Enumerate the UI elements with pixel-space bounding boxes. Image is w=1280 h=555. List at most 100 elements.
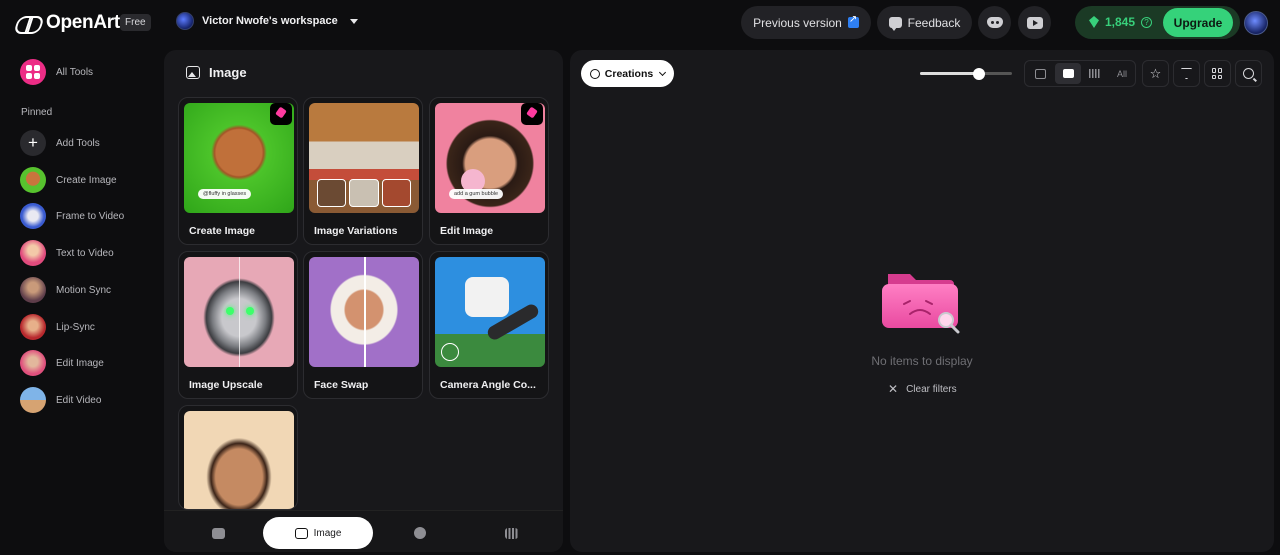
panel-title-text: Image <box>209 65 247 80</box>
sidebar-item-edit-image[interactable]: Edit Image <box>20 350 104 376</box>
tab-video[interactable] <box>204 517 232 549</box>
favorites-button[interactable]: ☆ <box>1142 60 1169 87</box>
feedback-button[interactable]: Feedback <box>877 6 972 39</box>
feedback-label: Feedback <box>907 15 961 30</box>
sidebar-item-label: Frame to Video <box>56 210 125 222</box>
sidebar-item-label: Text to Video <box>56 247 114 259</box>
tool-card-camera-angle[interactable]: Camera Angle Co... <box>429 251 549 399</box>
previous-version-button[interactable]: Previous version <box>741 6 871 39</box>
plus-icon: + <box>20 130 46 156</box>
tool-card-image-variations[interactable]: Image Variations <box>303 97 423 245</box>
creations-canvas: Creations All ☆ No items to display ✕ Cl… <box>570 50 1274 552</box>
edit-video-thumb <box>20 387 46 413</box>
text-to-video-thumb <box>20 240 46 266</box>
sidebar-item-add-tools[interactable]: + Add Tools <box>20 130 100 156</box>
video-icon <box>1062 69 1074 78</box>
credits-count: 1,845 <box>1105 15 1136 29</box>
variation-strip <box>317 179 411 207</box>
filter-audio[interactable] <box>1082 63 1108 84</box>
sidebar: All Tools Pinned + Add Tools Create Imag… <box>0 46 160 555</box>
sidebar-item-all-tools[interactable]: All Tools <box>20 59 93 85</box>
empty-folder-icon <box>882 274 960 334</box>
sidebar-item-label: Edit Image <box>56 357 104 369</box>
sidebar-item-lip-sync[interactable]: Lip-Sync <box>20 314 95 340</box>
zoom-slider-knob[interactable] <box>972 68 985 80</box>
sidebar-item-edit-video[interactable]: Edit Video <box>20 387 101 413</box>
upgrade-button[interactable]: Upgrade <box>1163 8 1233 37</box>
tool-card-label: Face Swap <box>314 379 369 391</box>
plan-badge: Free <box>120 14 151 31</box>
sidebar-item-text-to-video[interactable]: Text to Video <box>20 240 114 266</box>
tool-card-image-upscale[interactable]: Image Upscale <box>178 251 298 399</box>
filter-images[interactable] <box>1027 63 1053 84</box>
sidebar-item-label: Create Image <box>56 174 117 186</box>
chat-bubble-icon <box>888 17 902 31</box>
motion-sync-thumb <box>20 277 46 303</box>
tool-card-label: Create Image <box>189 225 255 237</box>
tool-card-label: Image Variations <box>314 225 398 237</box>
zoom-slider[interactable] <box>920 68 1012 80</box>
pin-icon[interactable] <box>521 103 543 125</box>
panel-tab-bar: Image <box>164 510 563 552</box>
sidebar-item-motion-sync[interactable]: Motion Sync <box>20 277 111 303</box>
tool-card-label: Image Upscale <box>189 379 263 391</box>
creations-dropdown[interactable]: Creations <box>581 60 674 87</box>
sidebar-item-create-image[interactable]: Create Image <box>20 167 117 193</box>
comparison-divider <box>239 257 240 367</box>
filter-videos[interactable] <box>1055 63 1081 84</box>
previous-version-label: Previous version <box>753 15 842 30</box>
tool-card-portrait[interactable] <box>178 405 298 510</box>
sidebar-item-label: Edit Video <box>56 394 102 406</box>
image-upscale-preview <box>184 257 294 367</box>
sidebar-item-label: Add Tools <box>56 137 100 149</box>
tab-image[interactable]: Image <box>263 517 373 549</box>
user-avatar[interactable] <box>1244 11 1268 35</box>
tab-character[interactable] <box>406 517 434 549</box>
tab-audio[interactable] <box>497 517 525 549</box>
camera-angle-preview <box>435 257 545 367</box>
openart-logo-icon <box>16 13 42 33</box>
tool-card-create-image[interactable]: @fluffy in glasses Create Image <box>178 97 298 245</box>
frame-to-video-thumb <box>20 203 46 229</box>
tool-card-face-swap[interactable]: Face Swap <box>303 251 423 399</box>
workspace-switcher[interactable]: Victor Nwofe's workspace <box>176 12 358 30</box>
tool-card-label: Edit Image <box>440 225 494 237</box>
image-tools-panel: Image @fluffy in glasses Create Image Im… <box>164 50 563 552</box>
discord-button[interactable] <box>978 6 1011 39</box>
lip-sync-thumb <box>20 314 46 340</box>
filter-button[interactable] <box>1173 60 1200 87</box>
star-icon: ☆ <box>1149 65 1162 81</box>
workspace-name: Victor Nwofe's workspace <box>202 15 338 27</box>
top-bar: OpenArt Free Victor Nwofe's workspace Pr… <box>0 0 1280 46</box>
audio-icon <box>504 527 518 539</box>
portrait-preview <box>184 411 294 509</box>
filter-all[interactable]: All <box>1109 63 1135 84</box>
tool-card-edit-image[interactable]: add a gum bubble Edit Image <box>429 97 549 245</box>
video-icon <box>211 527 225 539</box>
clear-filters-button[interactable]: ✕ Clear filters <box>888 382 957 396</box>
close-icon: ✕ <box>888 382 899 396</box>
pinned-heading: Pinned <box>21 107 53 118</box>
grid-view-button[interactable] <box>1204 60 1231 87</box>
youtube-button[interactable] <box>1018 6 1051 39</box>
sidebar-item-frame-to-video[interactable]: Frame to Video <box>20 203 124 229</box>
credits-display[interactable]: 1,845 ? <box>1089 15 1153 29</box>
audio-icon <box>1089 69 1101 78</box>
pin-icon[interactable] <box>270 103 292 125</box>
search-button[interactable] <box>1235 60 1262 87</box>
help-icon[interactable]: ? <box>1141 16 1153 28</box>
external-link-icon <box>847 14 859 28</box>
youtube-icon <box>1026 16 1043 29</box>
skater-figure <box>465 277 509 317</box>
prompt-tag: @fluffy in glasses <box>198 189 252 199</box>
workspace-avatar <box>176 12 194 30</box>
image-icon <box>294 527 308 539</box>
media-type-filter: All <box>1024 60 1136 87</box>
openart-logo[interactable]: OpenArt <box>16 12 120 34</box>
history-icon <box>589 68 600 79</box>
grid-icon <box>20 59 46 85</box>
discord-icon <box>986 17 1003 28</box>
edit-image-thumb <box>20 350 46 376</box>
caret-down-icon <box>349 18 358 24</box>
clear-filters-label: Clear filters <box>906 383 957 395</box>
